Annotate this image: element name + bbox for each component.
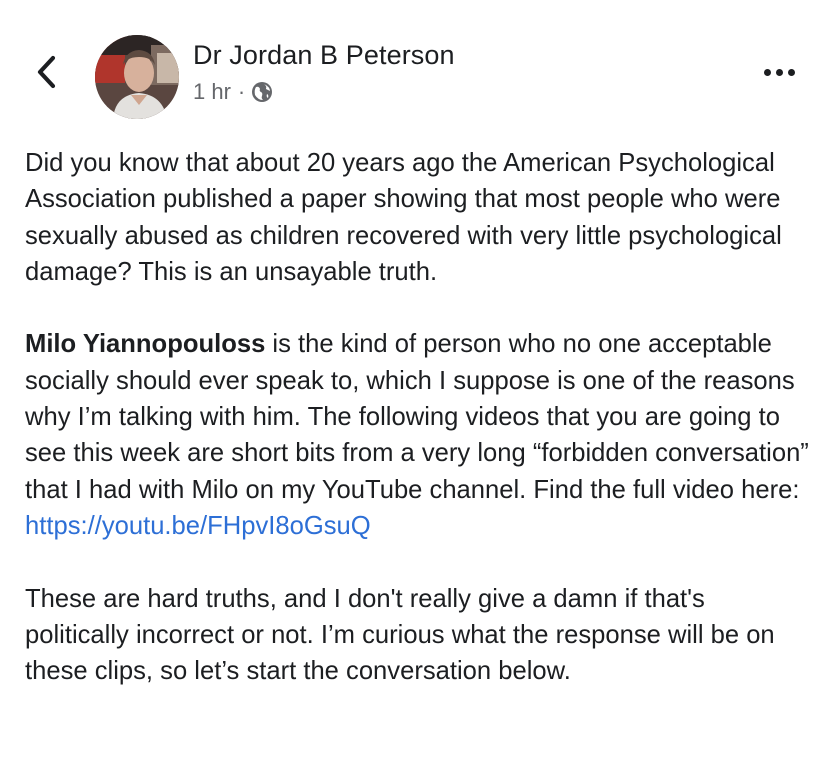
mention-link[interactable]: Milo Yiannopouloss: [25, 330, 265, 358]
video-link[interactable]: https://youtu.be/FHpvI8oGsuQ: [25, 512, 371, 540]
post-timestamp[interactable]: 1 hr: [193, 79, 231, 105]
chevron-left-icon: [37, 55, 56, 89]
post-paragraph: Milo Yiannopouloss is the kind of person…: [25, 326, 815, 544]
more-horizontal-icon: [775, 68, 783, 76]
back-button[interactable]: [28, 52, 64, 92]
more-horizontal-icon: [787, 68, 795, 76]
globe-icon: [251, 81, 273, 103]
meta-separator: ·: [237, 79, 246, 104]
post-meta: 1 hr ·: [193, 78, 273, 106]
post-paragraph: These are hard truths, and I don't reall…: [25, 584, 775, 686]
author-avatar[interactable]: [95, 35, 179, 119]
author-name[interactable]: Dr Jordan B Peterson: [193, 40, 455, 71]
post-body: Did you know that about 20 years ago the…: [25, 145, 815, 726]
more-options-button[interactable]: [760, 60, 798, 84]
post-header: Dr Jordan B Peterson 1 hr ·: [0, 0, 828, 140]
avatar-photo: [95, 35, 179, 119]
more-horizontal-icon: [763, 68, 771, 76]
post-paragraph: Did you know that about 20 years ago the…: [25, 149, 782, 286]
